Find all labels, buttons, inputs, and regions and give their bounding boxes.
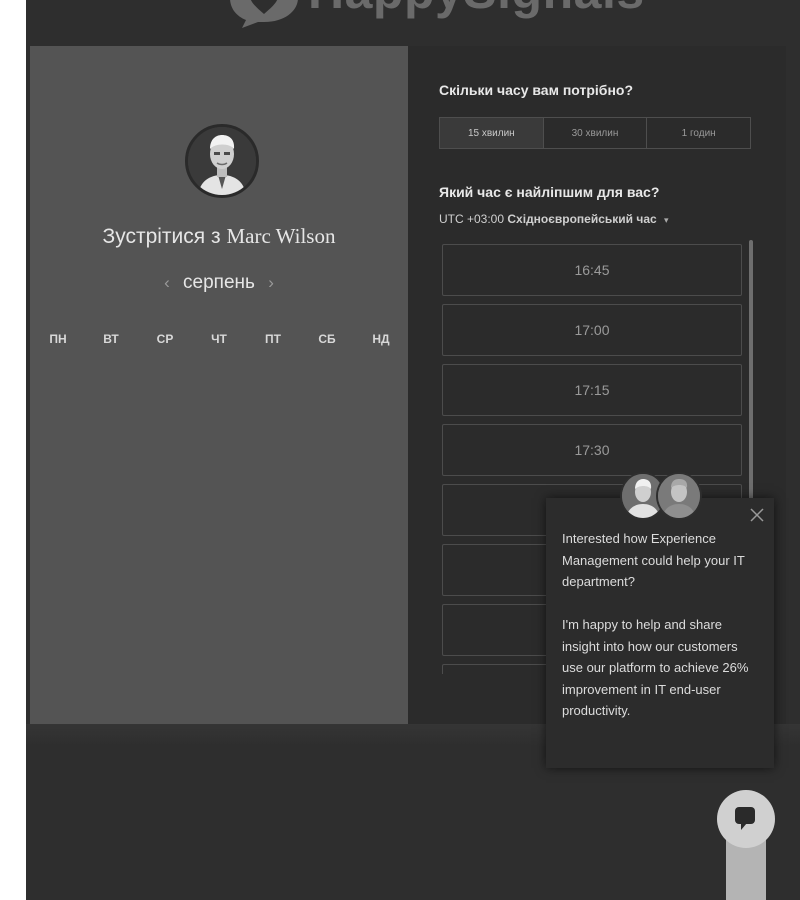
chat-invitation-line: I'm happy to help and share insight into… bbox=[562, 617, 749, 718]
weekday-thu: ЧТ bbox=[211, 332, 227, 346]
chat-bubble-icon bbox=[735, 807, 755, 830]
brand-logo[interactable]: HappySignals bbox=[226, 0, 646, 30]
host-panel: Зустрітися з Marc Wilson ‹ серпень › ПН … bbox=[30, 46, 408, 724]
duration-option-30min[interactable]: 30 хвилин bbox=[542, 118, 647, 148]
avatar bbox=[185, 124, 259, 198]
weekday-mon: ПН bbox=[49, 332, 67, 346]
duration-option-1hour[interactable]: 1 годин bbox=[646, 118, 750, 148]
timezone-selector[interactable]: UTC +03:00 Східноєвропейський час ▾ bbox=[439, 212, 669, 226]
time-slot[interactable]: 17:30 bbox=[442, 424, 742, 476]
chat-invitation-line: Interested how Experience Management cou… bbox=[562, 531, 745, 589]
meeting-title: Зустрітися з Marc Wilson bbox=[30, 224, 408, 249]
weekday-tue: ВТ bbox=[103, 332, 119, 346]
speech-bubble-heart-icon bbox=[230, 0, 298, 28]
timezone-name: Східноєвропейський час bbox=[507, 212, 657, 226]
month-label: серпень bbox=[183, 272, 255, 293]
time-slot[interactable]: 16:45 bbox=[442, 244, 742, 296]
time-slot[interactable]: 17:00 bbox=[442, 304, 742, 356]
time-slot[interactable]: 17:15 bbox=[442, 364, 742, 416]
duration-selector: 15 хвилин 30 хвилин 1 годин bbox=[439, 117, 751, 149]
meeting-title-prefix: Зустрітися з bbox=[102, 225, 221, 248]
duration-question: Скільки часу вам потрібно? bbox=[439, 82, 634, 98]
paragraph-spacer bbox=[562, 593, 762, 615]
chat-invitation-popup: Interested how Experience Management cou… bbox=[546, 498, 774, 768]
next-month-button[interactable]: › bbox=[260, 273, 282, 292]
host-photo bbox=[188, 127, 256, 195]
weekday-header: ПН ВТ СР ЧТ ПТ СБ НД bbox=[30, 332, 408, 348]
time-question: Який час є найліпшим для вас? bbox=[439, 184, 660, 200]
slot-list-scrollbar[interactable] bbox=[749, 240, 753, 540]
month-navigator: ‹ серпень › bbox=[30, 272, 408, 294]
brand-name: HappySignals bbox=[308, 0, 645, 20]
previous-month-button[interactable]: ‹ bbox=[156, 273, 178, 292]
chat-invitation-message: Interested how Experience Management cou… bbox=[562, 528, 762, 722]
host-name: Marc Wilson bbox=[226, 224, 336, 248]
timezone-offset: UTC +03:00 bbox=[439, 212, 505, 226]
weekday-wed: СР bbox=[156, 332, 174, 346]
avatar bbox=[656, 472, 702, 520]
weekday-sun: НД bbox=[372, 332, 390, 346]
weekday-fri: ПТ bbox=[265, 332, 281, 346]
weekday-sat: СБ bbox=[318, 332, 336, 346]
chat-launcher-button[interactable] bbox=[717, 790, 775, 848]
agent-avatars bbox=[620, 472, 704, 524]
close-icon[interactable] bbox=[748, 506, 766, 524]
duration-option-15min[interactable]: 15 хвилин bbox=[440, 118, 543, 148]
chevron-down-icon: ▾ bbox=[664, 215, 669, 225]
